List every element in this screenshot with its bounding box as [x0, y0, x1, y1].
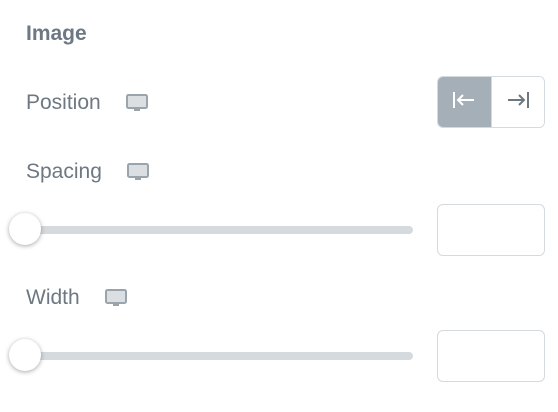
- image-settings-panel: Image Position Spacing Width: [0, 0, 558, 412]
- position-start-button[interactable]: [438, 77, 491, 127]
- spacing-slider-track[interactable]: [26, 226, 413, 234]
- position-choose-group: [437, 76, 545, 128]
- spacing-slider[interactable]: [9, 212, 413, 248]
- position-control-label: Position: [26, 89, 149, 117]
- position-label: Position: [26, 91, 101, 114]
- width-input[interactable]: [437, 330, 545, 382]
- width-label: Width: [26, 286, 80, 309]
- width-slider[interactable]: [9, 338, 413, 374]
- spacing-label: Spacing: [26, 160, 102, 183]
- spacing-control-label: Spacing: [26, 158, 150, 186]
- width-slider-handle[interactable]: [9, 339, 41, 371]
- section-title: Image: [26, 22, 87, 45]
- position-end-button[interactable]: [490, 77, 544, 127]
- arrow-left-bar-icon: [451, 89, 477, 116]
- desktop-monitor-icon[interactable]: [125, 93, 149, 113]
- arrow-right-bar-icon: [505, 89, 531, 116]
- spacing-slider-handle[interactable]: [9, 213, 41, 245]
- desktop-monitor-icon[interactable]: [104, 288, 128, 308]
- width-control-label: Width: [26, 284, 128, 312]
- spacing-input[interactable]: [437, 204, 545, 256]
- width-slider-track[interactable]: [26, 352, 413, 360]
- desktop-monitor-icon[interactable]: [126, 162, 150, 182]
